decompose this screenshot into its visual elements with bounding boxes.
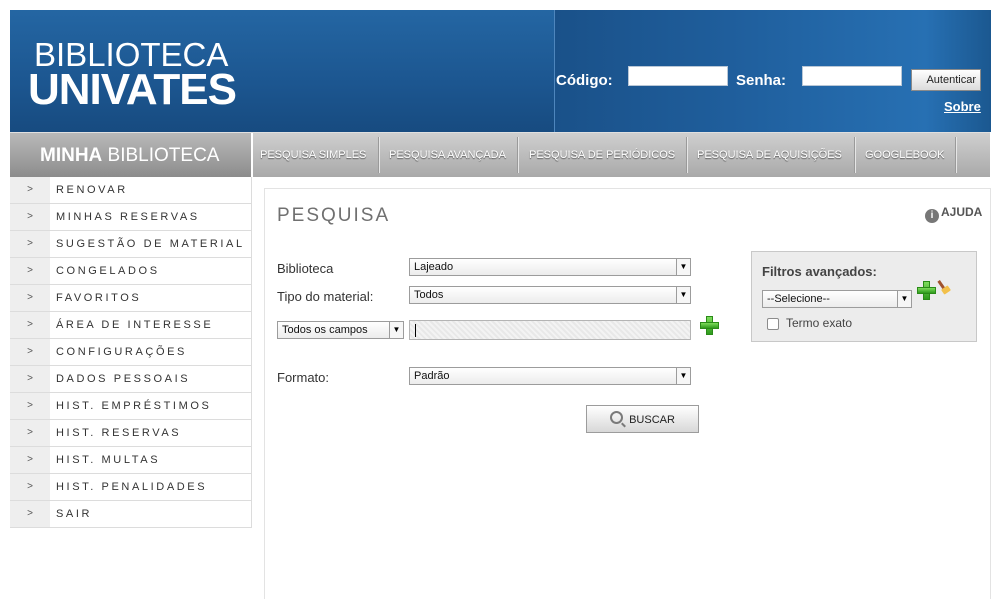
sidebar-item-minhas-reservas[interactable]: > MINHAS RESERVAS xyxy=(10,204,252,231)
campo-select[interactable]: Todos os campos ▼ xyxy=(277,321,404,339)
nav-pesquisa-aquisicoes[interactable]: PESQUISA DE AQUISIÇÕES xyxy=(697,133,842,177)
sidebar-item-renovar[interactable]: > RENOVAR xyxy=(10,177,252,204)
sidebar-item-sair[interactable]: > SAIR xyxy=(10,501,252,528)
text-caret xyxy=(415,324,416,337)
sidebar-item-label: FAVORITOS xyxy=(56,292,142,304)
sidebar-item-dados-pessoais[interactable]: > DADOS PESSOAIS xyxy=(10,366,252,393)
sidebar-item-configuracoes[interactable]: > CONFIGURAÇÕES xyxy=(10,339,252,366)
tipo-material-select[interactable]: Todos ▼ xyxy=(409,286,691,304)
chevron-right-icon: > xyxy=(10,501,51,527)
formato-value: Padrão xyxy=(414,370,450,382)
chevron-right-icon: > xyxy=(10,474,51,500)
tipo-material-value: Todos xyxy=(414,289,444,301)
tipo-material-label: Tipo do material: xyxy=(277,289,374,304)
filters-select[interactable]: --Selecione-- ▼ xyxy=(762,290,912,308)
exact-term-label: Termo exato xyxy=(786,316,853,330)
sidebar-item-label: SAIR xyxy=(56,508,93,520)
sidebar-item-label: CONGELADOS xyxy=(56,265,160,277)
search-button-label: BUSCAR xyxy=(629,414,675,426)
search-panel: PESQUISA i AJUDA Biblioteca Lajeado ▼ Tipo… xyxy=(264,188,991,599)
nav-googlebook[interactable]: GOOGLEBOOK xyxy=(865,133,944,177)
site-header: BIBLIOTECA UNIVATES Código: Senha: Auten… xyxy=(10,10,991,132)
sobre-link[interactable]: Sobre xyxy=(944,99,981,114)
chevron-right-icon: > xyxy=(10,339,51,365)
formato-select[interactable]: Padrão ▼ xyxy=(409,367,691,385)
nav-pesquisa-avancada[interactable]: PESQUISA AVANÇADA xyxy=(389,133,506,177)
nav-divider xyxy=(955,137,957,173)
biblioteca-label: Biblioteca xyxy=(277,261,334,276)
biblioteca-value: Lajeado xyxy=(414,261,454,273)
campo-value: Todos os campos xyxy=(282,324,368,336)
chevron-right-icon: > xyxy=(10,393,51,419)
page-title: PESQUISA xyxy=(277,205,391,226)
sidebar-item-favoritos[interactable]: > FAVORITOS xyxy=(10,285,252,312)
chevron-right-icon: > xyxy=(10,420,51,446)
chevron-right-icon: > xyxy=(10,231,51,257)
dropdown-arrow-icon: ▼ xyxy=(389,322,403,338)
chevron-right-icon: > xyxy=(10,177,51,203)
filters-select-value: --Selecione-- xyxy=(767,293,830,305)
sidebar-item-hist-penalidades[interactable]: > HIST. PENALIDADES xyxy=(10,474,252,501)
nav-divider xyxy=(517,137,519,173)
chevron-right-icon: > xyxy=(10,312,51,338)
info-icon: i xyxy=(925,209,939,223)
search-button[interactable]: BUSCAR xyxy=(586,405,699,433)
sidebar-item-hist-emprestimos[interactable]: > HIST. EMPRÉSTIMOS xyxy=(10,393,252,420)
dropdown-arrow-icon: ▼ xyxy=(676,368,690,384)
my-library-label: MINHA BIBLIOTECA xyxy=(40,145,220,166)
sidebar-item-label: DADOS PESSOAIS xyxy=(56,373,191,385)
search-input[interactable] xyxy=(409,320,691,340)
logo-text-bottom: UNIVATES xyxy=(28,65,237,114)
sidebar-item-label: SUGESTÃO DE MATERIAL xyxy=(56,238,245,250)
nav-divider xyxy=(686,137,688,173)
nav-pesquisa-simples[interactable]: PESQUISA SIMPLES xyxy=(260,133,366,177)
sidebar: > RENOVAR > MINHAS RESERVAS > SUGESTÃO DE M… xyxy=(10,177,252,528)
main-nav: MINHA BIBLIOTECA PESQUISA SIMPLES PESQUI… xyxy=(10,132,990,177)
my-library-tab[interactable]: MINHA BIBLIOTECA xyxy=(10,133,253,177)
search-icon xyxy=(610,411,624,424)
codigo-input[interactable] xyxy=(628,66,728,86)
clear-filters-broom-icon[interactable] xyxy=(938,280,950,294)
dropdown-arrow-icon: ▼ xyxy=(676,287,690,303)
help-link[interactable]: i AJUDA xyxy=(925,205,982,223)
chevron-right-icon: > xyxy=(10,285,51,311)
dropdown-arrow-icon: ▼ xyxy=(676,259,690,275)
chevron-right-icon: > xyxy=(10,447,51,473)
help-label: AJUDA xyxy=(941,205,983,219)
sidebar-item-label: HIST. MULTAS xyxy=(56,454,161,466)
chevron-right-icon: > xyxy=(10,258,51,284)
filters-title: Filtros avançados: xyxy=(762,264,877,279)
sidebar-item-congelados[interactable]: > CONGELADOS xyxy=(10,258,252,285)
chevron-right-icon: > xyxy=(10,204,51,230)
add-field-plus-icon[interactable] xyxy=(699,315,719,335)
exact-term-checkbox[interactable] xyxy=(767,318,779,330)
advanced-filters-box: Filtros avançados: --Selecione-- ▼ Termo … xyxy=(751,251,977,342)
sidebar-item-label: RENOVAR xyxy=(56,184,128,196)
biblioteca-select[interactable]: Lajeado ▼ xyxy=(409,258,691,276)
sidebar-item-label: ÁREA DE INTERESSE xyxy=(56,319,214,331)
nav-divider xyxy=(378,137,380,173)
codigo-label: Código: xyxy=(556,72,613,89)
sidebar-item-sugestao[interactable]: > SUGESTÃO DE MATERIAL xyxy=(10,231,252,258)
add-filter-plus-icon[interactable] xyxy=(916,280,936,300)
sidebar-item-hist-reservas[interactable]: > HIST. RESERVAS xyxy=(10,420,252,447)
dropdown-arrow-icon: ▼ xyxy=(897,291,911,307)
chevron-right-icon: > xyxy=(10,366,51,392)
sidebar-item-label: MINHAS RESERVAS xyxy=(56,211,200,223)
senha-input[interactable] xyxy=(802,66,902,86)
login-button[interactable]: Autenticar xyxy=(911,69,981,91)
sidebar-item-label: HIST. PENALIDADES xyxy=(56,481,208,493)
nav-divider xyxy=(854,137,856,173)
sidebar-item-label: HIST. RESERVAS xyxy=(56,427,182,439)
senha-label: Senha: xyxy=(736,72,787,89)
formato-label: Formato: xyxy=(277,370,330,385)
sidebar-item-label: CONFIGURAÇÕES xyxy=(56,346,187,358)
sidebar-item-hist-multas[interactable]: > HIST. MULTAS xyxy=(10,447,252,474)
sidebar-item-area-interesse[interactable]: > ÁREA DE INTERESSE xyxy=(10,312,252,339)
sidebar-item-label: HIST. EMPRÉSTIMOS xyxy=(56,400,212,412)
nav-pesquisa-periodicos[interactable]: PESQUISA DE PERIÓDICOS xyxy=(529,133,675,177)
